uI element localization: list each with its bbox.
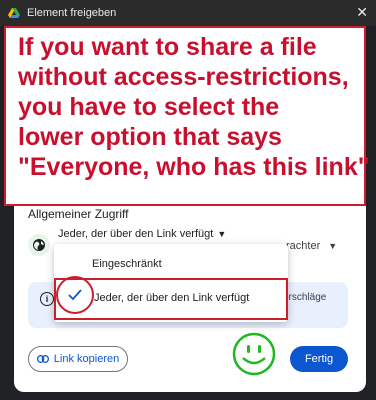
menu-item-anyone-with-link[interactable]: Jeder, der über den Link verfügt [54, 276, 288, 320]
done-label: Fertig [304, 353, 334, 365]
copy-link-label: Link kopieren [53, 353, 120, 365]
close-icon[interactable]: ✕ [356, 4, 368, 20]
google-drive-icon [8, 7, 20, 19]
window-titlebar: Element freigeben ✕ [0, 0, 376, 26]
access-type-value: Jeder, der über den Link verfügt [58, 228, 214, 240]
role-select[interactable]: rachter ▼ [286, 240, 337, 252]
role-value: rachter [286, 240, 321, 252]
info-icon: i [40, 292, 54, 306]
menu-item-restricted[interactable]: Eingeschränkt [54, 248, 288, 282]
general-access-label: Allgemeiner Zugriff [28, 207, 129, 221]
link-icon [36, 355, 49, 363]
window-title: Element freigeben [27, 7, 117, 19]
annotation-line: "Everyone, who has this link" [18, 153, 370, 181]
smiley-icon [232, 332, 276, 376]
copy-link-button[interactable]: Link kopieren [28, 346, 128, 372]
annotation-line: If you want to share a file [18, 33, 317, 61]
globe-icon [28, 234, 50, 256]
menu-item-label: Eingeschränkt [92, 258, 162, 270]
menu-item-label: Jeder, der über den Link verfügt [94, 292, 250, 304]
info-text: orschläge [283, 292, 327, 303]
caret-down-icon: ▼ [328, 241, 338, 251]
annotation-line: lower option that says [18, 123, 282, 151]
checkmark-icon [68, 289, 82, 301]
access-type-select[interactable]: Jeder, der über den Link verfügt ▼ [58, 228, 226, 240]
annotation-callout: If you want to share a file without acce… [4, 26, 370, 206]
annotation-line: without access-restrictions, [18, 63, 349, 91]
caret-down-icon: ▼ [217, 229, 227, 239]
annotation-line: you have to select the [18, 93, 280, 121]
done-button[interactable]: Fertig [290, 346, 348, 372]
annotation-circle [56, 276, 94, 314]
